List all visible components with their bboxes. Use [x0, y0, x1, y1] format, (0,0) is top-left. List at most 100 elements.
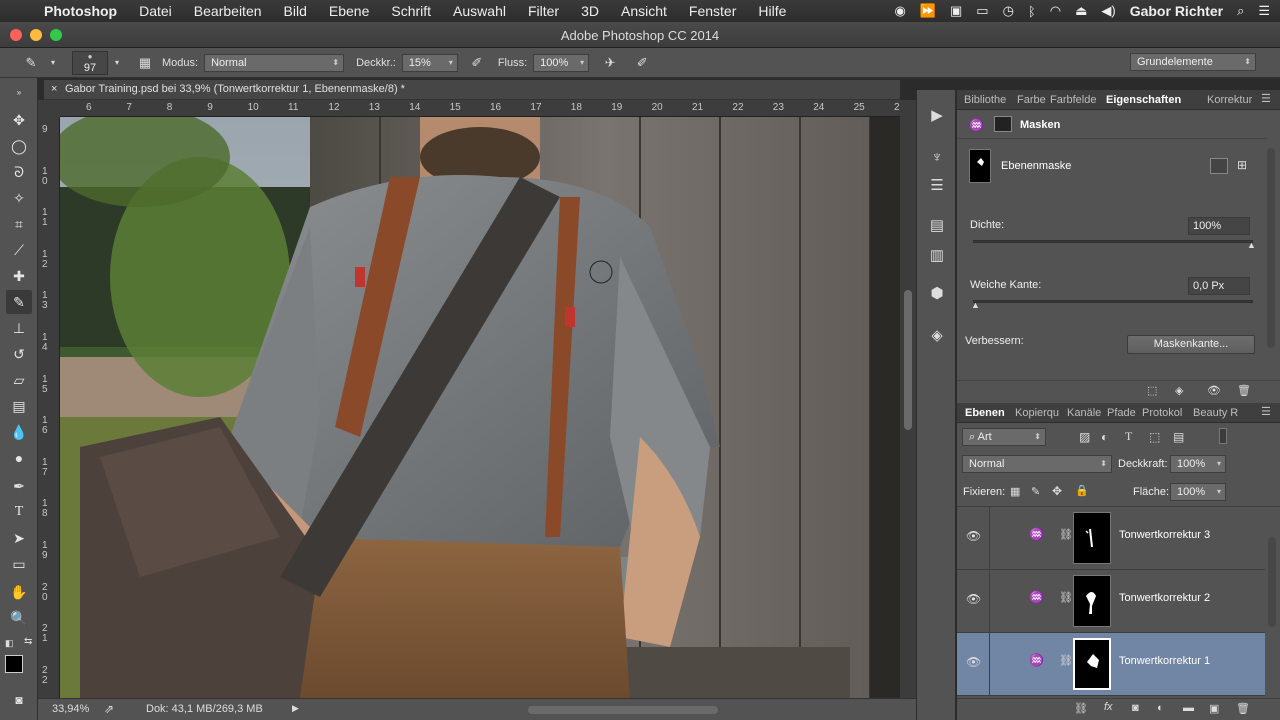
notes-icon[interactable]: ▥: [925, 244, 949, 266]
clone-stamp-tool-icon[interactable]: ⊥: [6, 316, 32, 340]
filter-type-layers-icon[interactable]: T: [1125, 429, 1132, 444]
menu-schrift[interactable]: Schrift: [391, 3, 431, 19]
visibility-eye-icon[interactable]: 👁: [1207, 384, 1221, 397]
layer-opacity-input[interactable]: 100% ▾: [1170, 455, 1226, 473]
opacity-input[interactable]: 15% ▾: [401, 53, 458, 72]
brush-size-picker[interactable]: ● 97: [72, 50, 108, 75]
tab-farbfelder[interactable]: Farbfelde: [1050, 94, 1096, 106]
ruler-horizontal[interactable]: 67891011121314151617181920212223242526: [60, 100, 905, 117]
dodge-tool-icon[interactable]: ●: [6, 446, 32, 470]
blend-mode-select[interactable]: Normal ⬍: [962, 455, 1112, 473]
volume-icon[interactable]: ◀): [1101, 3, 1115, 19]
marquee-tool-icon[interactable]: ◯: [6, 134, 32, 158]
eject-icon[interactable]: ⏏: [1075, 3, 1087, 19]
apply-mask-icon[interactable]: ◈: [1175, 384, 1183, 397]
layer-style-fx-icon[interactable]: fx: [1104, 701, 1113, 713]
menu-ansicht[interactable]: Ansicht: [621, 3, 667, 19]
bluetooth-icon[interactable]: ᛒ: [1028, 4, 1036, 19]
new-group-folder-icon[interactable]: ▬: [1183, 702, 1194, 714]
visibility-eye-icon[interactable]: 👁: [966, 529, 981, 543]
layer-name[interactable]: Tonwertkorrektur 3: [1119, 529, 1210, 541]
layer-row[interactable]: 👁 ♒ ⛓ Tonwertkorrektur 3: [957, 507, 1265, 570]
tab-protokoll[interactable]: Protokol: [1142, 407, 1182, 419]
menu-bearbeiten[interactable]: Bearbeiten: [194, 3, 262, 19]
vertical-scrollbar-thumb[interactable]: [904, 290, 912, 430]
rectangle-tool-icon[interactable]: ▭: [6, 552, 32, 576]
pen-tool-icon[interactable]: ✒: [6, 474, 32, 498]
ruler-corner[interactable]: [38, 100, 60, 117]
share-icon[interactable]: ⇗: [104, 702, 114, 716]
close-document-icon[interactable]: ×: [51, 83, 57, 95]
delete-layer-trash-icon[interactable]: 🗑: [1236, 702, 1250, 715]
layer-name[interactable]: Tonwertkorrektur 1: [1119, 655, 1210, 667]
lock-transparency-icon[interactable]: ▦: [1010, 485, 1020, 498]
status-menu-arrow-icon[interactable]: ▶: [292, 703, 299, 714]
tab-beauty-retouch[interactable]: Beauty R: [1193, 407, 1238, 419]
document-tab[interactable]: × Gabor Training.psd bei 33,9% (Tonwertk…: [44, 80, 900, 100]
notification-list-icon[interactable]: ☰: [1258, 3, 1270, 19]
lock-position-icon[interactable]: ✥: [1052, 484, 1062, 498]
visibility-eye-icon[interactable]: 👁: [966, 655, 981, 669]
preset-dropdown-arrow-icon[interactable]: ▾: [42, 53, 64, 73]
tab-eigenschaften[interactable]: Eigenschaften: [1106, 94, 1181, 106]
user-name[interactable]: Gabor Richter: [1130, 3, 1223, 19]
layers-scrollbar[interactable]: [1268, 537, 1276, 627]
tab-bibliotheken[interactable]: Bibliothe: [964, 94, 1006, 106]
delete-trash-icon[interactable]: 🗑: [1237, 384, 1251, 397]
brush-tool-preset-icon[interactable]: ✎: [20, 53, 42, 73]
eraser-tool-icon[interactable]: ▱: [6, 368, 32, 392]
toolbar-collapse-icon[interactable]: »: [6, 80, 32, 104]
crop-tool-icon[interactable]: ⌗: [6, 212, 32, 236]
tab-kanaele[interactable]: Kanäle: [1067, 407, 1101, 419]
layer-mask-thumbnail[interactable]: [1073, 575, 1111, 627]
layer-row[interactable]: 👁 ♒ ⛓ Tonwertkorrektur 2: [957, 570, 1265, 633]
load-selection-icon[interactable]: ⬚: [1147, 384, 1157, 397]
quick-selection-tool-icon[interactable]: ✧: [6, 186, 32, 210]
filter-adjustment-layers-icon[interactable]: ◐: [1101, 430, 1108, 444]
airbrush-icon[interactable]: ✈: [599, 53, 621, 73]
new-layer-icon[interactable]: ▣: [1209, 702, 1219, 715]
filter-pixel-layers-icon[interactable]: ▨: [1079, 430, 1090, 444]
swap-colors-icon[interactable]: ⇆: [24, 636, 32, 647]
ruler-vertical[interactable]: 9 1 0 1 1 1 2 1 3 1 4 1 5 1 6 1 7 1 8 1 9 2 0 2 1 2 2: [38, 117, 60, 698]
levels-adjustment-icon[interactable]: ♒: [1029, 653, 1044, 667]
pressure-opacity-icon[interactable]: ✐: [466, 53, 488, 73]
vector-mask-add-icon[interactable]: ⊞: [1237, 158, 1247, 172]
spotlight-search-icon[interactable]: ⌕: [1237, 3, 1244, 19]
tab-korrekturen[interactable]: Korrektur: [1207, 94, 1252, 106]
mask-edge-button[interactable]: Maskenkante...: [1127, 335, 1255, 354]
vertical-scrollbar[interactable]: [900, 100, 916, 698]
feather-input[interactable]: 0,0 Px: [1188, 277, 1250, 295]
history-brush-tool-icon[interactable]: ↺: [6, 342, 32, 366]
properties-scrollbar[interactable]: [1267, 148, 1275, 348]
workspace-select[interactable]: Grundelemente ⬍: [1130, 53, 1256, 71]
document-canvas[interactable]: [60, 117, 900, 698]
move-tool-icon[interactable]: ✥: [6, 108, 32, 132]
panel-menu-icon[interactable]: ☰: [1261, 92, 1271, 105]
gradient-tool-icon[interactable]: ▤: [6, 394, 32, 418]
screen-icon[interactable]: ▭: [976, 3, 988, 19]
filter-toggle-switch[interactable]: [1219, 428, 1227, 444]
menu-filter[interactable]: Filter: [528, 3, 559, 19]
camera-icon[interactable]: ▣: [950, 3, 962, 19]
flow-input[interactable]: 100% ▾: [533, 53, 590, 72]
link-layers-icon[interactable]: ⛓: [1074, 702, 1088, 715]
quick-mask-icon[interactable]: ◙: [6, 688, 32, 712]
density-input[interactable]: 100%: [1188, 217, 1250, 235]
mode-select[interactable]: Normal ⬍: [204, 53, 345, 72]
link-chain-icon[interactable]: ⛓: [1059, 654, 1073, 667]
horizontal-scrollbar-thumb[interactable]: [528, 706, 718, 714]
menu-auswahl[interactable]: Auswahl: [453, 3, 506, 19]
layer-mask-thumbnail[interactable]: [1073, 512, 1111, 564]
add-mask-icon[interactable]: ◙: [1132, 702, 1139, 714]
filter-shape-layers-icon[interactable]: ⬚: [1149, 430, 1160, 444]
density-slider-thumb[interactable]: ▲: [1247, 240, 1256, 250]
link-chain-icon[interactable]: ⛓: [1059, 528, 1073, 541]
brush-panel-toggle-icon[interactable]: ▦: [134, 53, 156, 73]
tab-pfade[interactable]: Pfade: [1107, 407, 1136, 419]
new-adjustment-layer-icon[interactable]: ◐: [1157, 702, 1164, 714]
brush-tool-icon[interactable]: ✎: [6, 290, 32, 314]
tab-farbe[interactable]: Farbe: [1017, 94, 1046, 106]
menu-3d[interactable]: 3D: [581, 3, 599, 19]
menu-bild[interactable]: Bild: [284, 3, 307, 19]
